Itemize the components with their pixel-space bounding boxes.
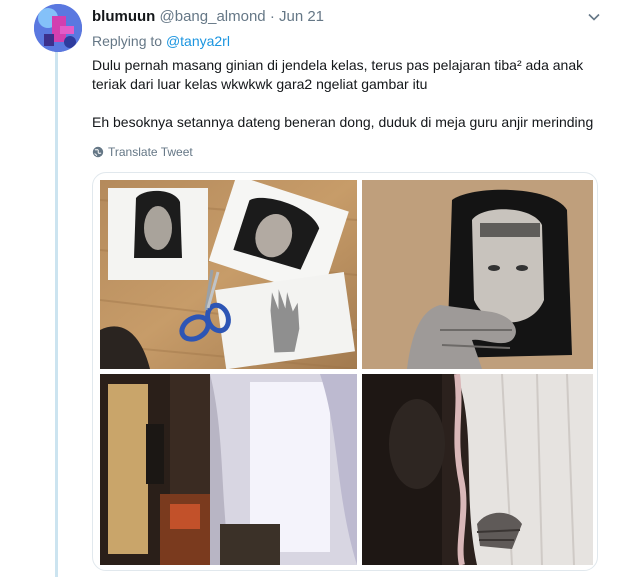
translate-tweet-link[interactable]: Translate Tweet — [92, 144, 193, 160]
replying-to: Replying to @tanya2rl — [92, 32, 230, 50]
tweet-header: blumuun @bang_almond · Jun 21 — [92, 7, 602, 27]
thread-line — [55, 52, 58, 577]
tweet-text-line: teriak dari luar kelas wkwkwk gara2 ngel… — [92, 76, 428, 92]
author-handle[interactable]: @bang_almond — [160, 8, 266, 25]
globe-icon — [92, 146, 104, 158]
chevron-down-icon[interactable] — [586, 10, 602, 24]
author-name[interactable]: blumuun — [92, 8, 155, 25]
media-photo-1[interactable] — [100, 180, 357, 369]
avatar[interactable] — [34, 4, 82, 52]
media-photo-3[interactable] — [100, 374, 357, 565]
media-grid — [92, 172, 598, 571]
tweet-text-line: Eh besoknya setannya dateng beneran dong… — [92, 114, 594, 130]
separator-dot: · — [269, 8, 275, 25]
translate-label: Translate Tweet — [108, 145, 193, 159]
reply-prefix: Replying to — [92, 33, 163, 49]
reply-mention-link[interactable]: @tanya2rl — [166, 33, 230, 49]
tweet: blumuun @bang_almond · Jun 21 Replying t… — [0, 0, 631, 577]
media-photo-2[interactable] — [362, 180, 593, 369]
tweet-date[interactable]: Jun 21 — [279, 8, 324, 25]
tweet-text-line: Dulu pernah masang ginian di jendela kel… — [92, 57, 584, 73]
media-photo-4[interactable] — [362, 374, 593, 565]
tweet-text: Dulu pernah masang ginian di jendela kel… — [92, 56, 607, 132]
